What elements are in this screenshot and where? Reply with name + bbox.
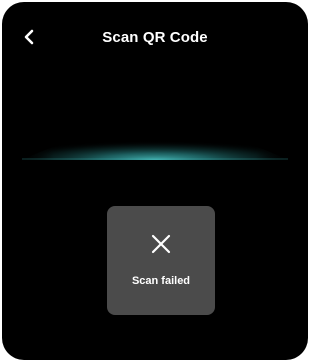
scan-screen: Scan QR Code Scan failed [2, 2, 308, 360]
page-title: Scan QR Code [102, 29, 208, 46]
scan-failed-toast: Scan failed [107, 206, 215, 315]
toast-message: Scan failed [131, 275, 191, 287]
scan-line-glow [22, 108, 288, 160]
header: Scan QR Code [2, 2, 308, 66]
close-icon [151, 234, 171, 254]
